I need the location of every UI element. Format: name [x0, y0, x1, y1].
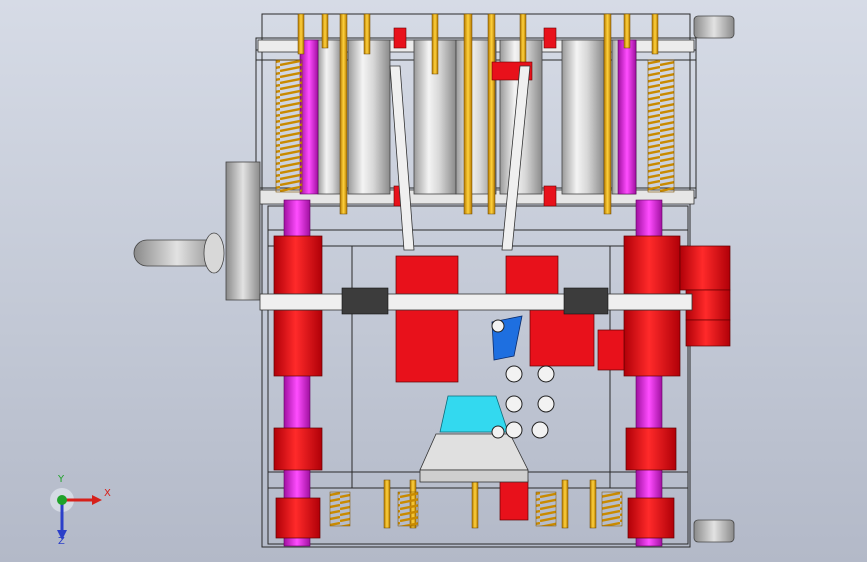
upper-cylinders [317, 39, 637, 195]
x-axis-label: X [104, 488, 111, 499]
side-handle [133, 161, 261, 301]
coordinate-triad: X Y Z [48, 474, 118, 550]
y-axis-dot [57, 495, 67, 505]
z-axis-label: Z [58, 536, 65, 547]
cad-viewport[interactable]: X Y Z [0, 0, 867, 562]
y-axis-label: Y [58, 474, 65, 485]
mold-assembly-drawing [133, 13, 735, 548]
